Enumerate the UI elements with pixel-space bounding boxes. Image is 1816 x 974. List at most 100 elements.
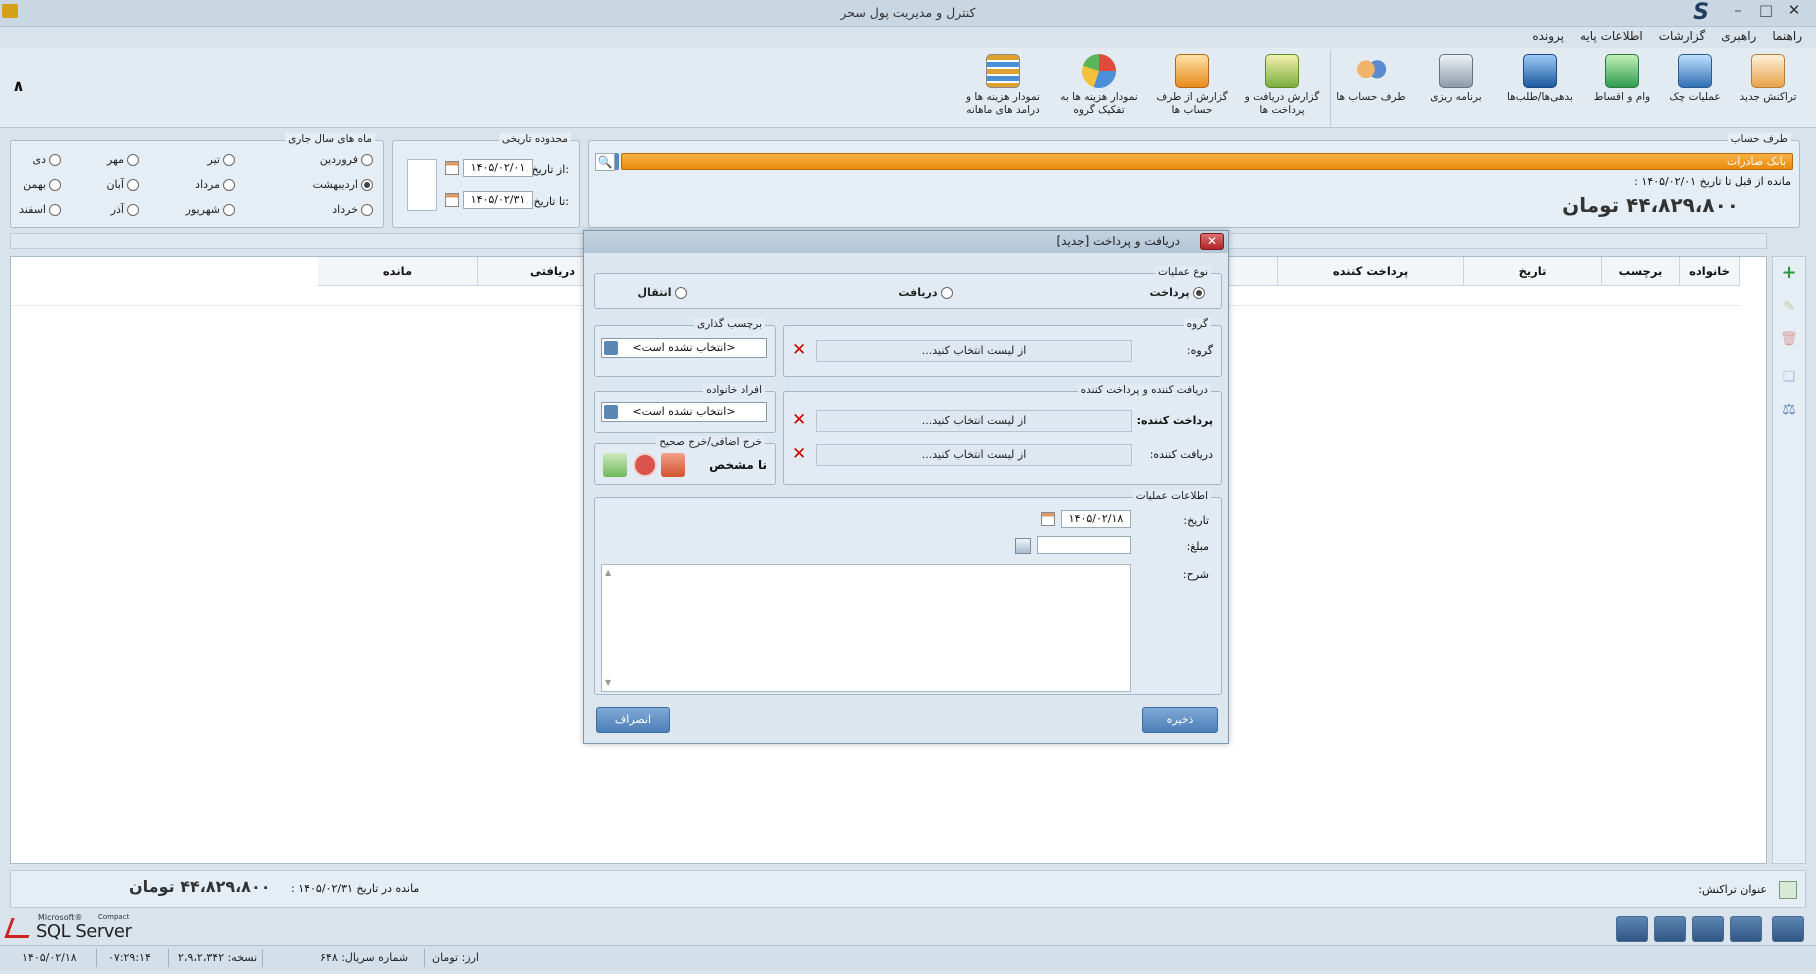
calculator-icon[interactable] <box>1730 916 1762 942</box>
thumbs-up-icon[interactable] <box>603 453 627 477</box>
month-radio[interactable] <box>223 204 235 216</box>
check-operations-button[interactable]: عملیات چک <box>1662 52 1728 126</box>
amount-input[interactable] <box>1037 536 1131 554</box>
op-payment-radio[interactable] <box>1193 287 1205 299</box>
ribbon-collapse-button[interactable]: ∧ <box>12 76 25 95</box>
month-radio[interactable] <box>127 179 139 191</box>
planning-button[interactable]: برنامه ریزی <box>1420 52 1492 126</box>
op-receive-label: دریافت <box>898 286 938 299</box>
calendar-icon[interactable] <box>445 161 459 175</box>
menu-base-info[interactable]: اطلاعات پایه <box>1580 29 1643 49</box>
account-select-value: بانک صادرات <box>1726 155 1786 168</box>
payee-select[interactable]: از لیست انتخاب کنید... <box>816 444 1132 466</box>
block-icon[interactable] <box>633 453 657 477</box>
debts-icon <box>1523 54 1557 88</box>
month-radio[interactable] <box>223 154 235 166</box>
tag-dropdown-icon[interactable] <box>604 341 618 355</box>
month-option[interactable]: فروردین <box>320 153 373 166</box>
maximize-button[interactable]: □ <box>1752 0 1780 22</box>
month-label: تیر <box>207 153 220 166</box>
monthly-chart-button[interactable]: نمودار هزینه ها و درامد های ماهانه <box>958 52 1048 126</box>
month-radio[interactable] <box>127 204 139 216</box>
counterparty-report-button[interactable]: گزارش از طرف حساب ها <box>1150 52 1234 126</box>
save-button[interactable]: ذخیره <box>1142 707 1218 733</box>
dialog-close-button[interactable]: ✕ <box>1200 233 1224 250</box>
month-radio[interactable] <box>49 204 61 216</box>
month-option[interactable]: شهریور <box>186 203 235 216</box>
family-select[interactable]: <انتخاب نشده است> <box>601 402 767 422</box>
month-option[interactable]: آبان <box>106 178 139 191</box>
scroll-down-icon[interactable]: ▼ <box>605 678 611 687</box>
op-transfer-radio[interactable] <box>675 287 687 299</box>
app-logo-icon: S <box>1693 0 1709 25</box>
group-chart-button[interactable]: نمودار هزینه ها به تفکیک گروه <box>1054 52 1144 126</box>
month-radio[interactable] <box>127 154 139 166</box>
menu-help[interactable]: راهنما <box>1772 29 1802 49</box>
excel-icon[interactable] <box>1779 881 1797 899</box>
window-icon[interactable] <box>1772 916 1804 942</box>
extra-title: خرج اضافی/خرج صحیح <box>656 436 765 448</box>
column-header[interactable]: مانده <box>318 257 478 286</box>
close-button[interactable]: ✕ <box>1780 0 1808 22</box>
column-header[interactable]: پرداخت کننده <box>1278 257 1464 286</box>
month-radio[interactable] <box>223 179 235 191</box>
calendar-icon[interactable] <box>1041 512 1055 526</box>
month-option[interactable]: تیر <box>208 153 235 166</box>
clear-payer-icon[interactable]: ✕ <box>792 411 806 429</box>
debts-button[interactable]: بدهی‌ها/طلب‌ها <box>1498 52 1582 126</box>
minimize-button[interactable]: – <box>1724 0 1752 22</box>
clear-payee-icon[interactable]: ✕ <box>792 445 806 463</box>
month-radio[interactable] <box>361 154 373 166</box>
balance-scale-icon[interactable]: ⚖ <box>1778 398 1800 420</box>
month-option[interactable]: اسفند <box>19 203 61 216</box>
family-dropdown-icon[interactable] <box>604 405 618 419</box>
menu-reports[interactable]: گزارشات <box>1659 29 1705 49</box>
copy-icon[interactable]: ❏ <box>1778 366 1800 388</box>
chart-icon[interactable] <box>1692 916 1724 942</box>
calculator-icon[interactable] <box>1015 538 1031 554</box>
account-select[interactable]: بانک صادرات <box>621 153 1793 170</box>
tag-select[interactable]: <انتخاب نشده است> <box>601 338 767 358</box>
month-option[interactable]: بهمن <box>23 178 61 191</box>
op-transfer-option[interactable]: انتقال <box>638 286 687 299</box>
month-radio[interactable] <box>361 204 373 216</box>
edit-icon[interactable]: ✎ <box>1778 296 1800 318</box>
month-radio[interactable] <box>49 154 61 166</box>
month-radio[interactable] <box>361 179 373 191</box>
month-option[interactable]: خرداد <box>332 203 373 216</box>
receipt-report-button[interactable]: گزارش دریافت و پرداخت ها <box>1240 52 1324 126</box>
calendar-grid-icon[interactable] <box>1654 916 1686 942</box>
month-option[interactable]: دی <box>32 153 61 166</box>
users-icon[interactable] <box>1616 916 1648 942</box>
menu-admin[interactable]: راهبری <box>1721 29 1756 49</box>
clear-group-icon[interactable]: ✕ <box>792 341 806 359</box>
op-date-input[interactable]: ۱۴۰۵/۰۲/۱۸ <box>1061 510 1131 528</box>
to-date-input[interactable]: ۱۴۰۵/۰۲/۳۱ <box>463 191 533 209</box>
payer-select[interactable]: از لیست انتخاب کنید... <box>816 410 1132 432</box>
month-option[interactable]: مرداد <box>195 178 235 191</box>
description-textarea[interactable] <box>601 564 1131 692</box>
column-header[interactable]: تاریخ <box>1464 257 1602 286</box>
op-receive-radio[interactable] <box>941 287 953 299</box>
counterparties-button[interactable]: طرف حساب ها <box>1334 52 1408 126</box>
delete-icon[interactable]: 🗑 <box>1778 328 1800 350</box>
search-icon[interactable]: 🔍 <box>595 153 615 171</box>
column-header[interactable]: برچسب <box>1602 257 1680 286</box>
month-radio[interactable] <box>49 179 61 191</box>
cancel-button[interactable]: انصراف <box>596 707 670 733</box>
from-date-input[interactable]: ۱۴۰۵/۰۲/۰۱ <box>463 159 533 177</box>
month-option[interactable]: مهر <box>107 153 139 166</box>
column-header[interactable]: خانواده <box>1680 257 1740 286</box>
thumbs-down-icon[interactable] <box>661 453 685 477</box>
month-option[interactable]: آذر <box>111 203 139 216</box>
calendar-icon[interactable] <box>445 193 459 207</box>
scroll-up-icon[interactable]: ▲ <box>605 568 611 577</box>
menu-file[interactable]: پرونده <box>1532 29 1564 49</box>
month-option[interactable]: اردیبهشت <box>313 178 373 191</box>
loan-button[interactable]: وام و اقساط <box>1588 52 1656 126</box>
group-select[interactable]: از لیست انتخاب کنید... <box>816 340 1132 362</box>
op-payment-option[interactable]: پرداخت <box>1150 286 1205 299</box>
op-receive-option[interactable]: دریافت <box>898 286 953 299</box>
add-icon[interactable]: + <box>1778 262 1800 284</box>
new-transaction-button[interactable]: تراکنش جدید <box>1734 52 1802 126</box>
